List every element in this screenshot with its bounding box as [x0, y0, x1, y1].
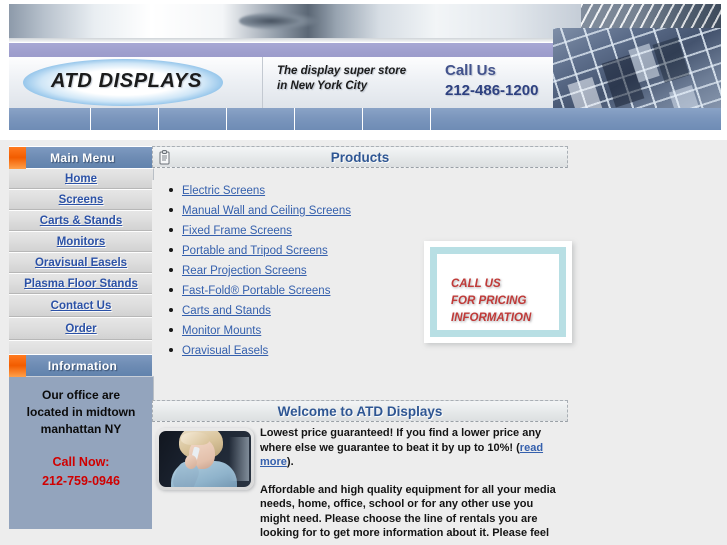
sidebar-link-carts-stands[interactable]: Carts & Stands [40, 215, 122, 227]
sidebar-phone-number[interactable]: 212-759-0946 [15, 472, 147, 491]
sidebar-item-carts-stands[interactable]: Carts & Stands [9, 210, 154, 231]
sidebar-item-contact-us[interactable]: Contact Us [9, 294, 154, 317]
welcome-title: Welcome to ATD Displays [277, 403, 443, 419]
clipboard-icon [159, 150, 170, 165]
orange-accent-block [9, 146, 26, 169]
list-item[interactable]: Oravisual Easels [169, 340, 568, 360]
pricing-line-1: CALL US [451, 278, 501, 290]
info-line-2: located in midtown [26, 405, 136, 419]
product-link-manual-wall-ceiling-screens[interactable]: Manual Wall and Ceiling Screens [182, 205, 351, 217]
sidebar-link-plasma-floor-stands[interactable]: Plasma Floor Stands [24, 278, 138, 290]
product-link-rear-projection-screens[interactable]: Rear Projection Screens [182, 265, 307, 277]
banner-tagline: The display super store in New York City [277, 64, 406, 94]
welcome-p1-a: Lowest price guaranteed! If you find a l… [260, 427, 542, 454]
pricing-callout-inner: CALL US FOR PRICING INFORMATION [430, 247, 566, 337]
orange-accent-block-2 [9, 354, 26, 377]
photo-hand [185, 455, 197, 469]
products-title: Products [330, 149, 390, 165]
woman-on-phone-image [159, 431, 251, 487]
nav-underline-spacer [9, 130, 721, 140]
information-body: Our office are located in midtown manhat… [9, 376, 154, 529]
site-logo[interactable]: ATD DISPLAYS [51, 70, 202, 93]
banner-divider [262, 57, 263, 108]
left-margin [0, 0, 9, 140]
list-item[interactable]: Manual Wall and Ceiling Screens [169, 200, 568, 220]
welcome-body: Lowest price guaranteed! If you find a l… [152, 422, 568, 545]
tagline-line-2: in New York City [277, 80, 368, 92]
welcome-p1-b: ). [286, 456, 294, 468]
sidebar-item-monitors[interactable]: Monitors [9, 231, 154, 252]
list-item[interactable]: Fixed Frame Screens [169, 220, 568, 240]
welcome-panel-header: Welcome to ATD Displays [152, 400, 568, 422]
nav-cell-5[interactable] [295, 108, 363, 130]
photo-glow [229, 437, 249, 481]
welcome-paragraph-1: Lowest price guaranteed! If you find a l… [260, 426, 562, 470]
sidebar-link-monitors[interactable]: Monitors [57, 236, 106, 248]
main-menu-header: Main Menu [9, 146, 154, 169]
welcome-paragraph-2: Affordable and high quality equipment fo… [260, 483, 556, 545]
welcome-panel: Welcome to ATD Displays Lowest price gua… [152, 400, 568, 545]
nav-cell-6[interactable] [363, 108, 431, 130]
sidebar-link-home[interactable]: Home [65, 173, 97, 185]
top-navigation-bar[interactable] [9, 108, 721, 130]
pricing-callout-box: CALL US FOR PRICING INFORMATION [424, 241, 572, 343]
sidebar-item-plasma-floor-stands[interactable]: Plasma Floor Stands [9, 273, 154, 294]
information-header: Information [9, 354, 154, 377]
products-panel-header: Products [152, 146, 568, 168]
header-phone-number[interactable]: 212-486-1200 [445, 82, 538, 99]
nav-cell-1[interactable] [9, 108, 91, 130]
sidebar-item-screens[interactable]: Screens [9, 189, 154, 210]
info-line-1: Our office are [41, 388, 121, 402]
sidebar-item-order[interactable]: Order [9, 317, 154, 340]
sidebar-item-oravisual-easels[interactable]: Oravisual Easels [9, 252, 154, 273]
photo-fringe [181, 432, 209, 445]
sidebar-item-home[interactable]: Home [9, 168, 154, 189]
sidebar-link-screens[interactable]: Screens [59, 194, 104, 206]
product-link-fast-fold-portable-screens[interactable]: Fast-Fold® Portable Screens [182, 285, 330, 297]
right-margin [721, 0, 727, 140]
main-menu-title: Main Menu [50, 150, 115, 165]
page-bottom-spacer [0, 541, 727, 545]
sidebar: Main Menu Home Screens Carts & Stands Mo… [9, 146, 154, 529]
sidebar-spacer [9, 340, 154, 354]
information-title: Information [47, 358, 118, 373]
product-link-portable-tripod-screens[interactable]: Portable and Tripod Screens [182, 245, 328, 257]
product-link-fixed-frame-screens[interactable]: Fixed Frame Screens [182, 225, 292, 237]
product-link-oravisual-easels[interactable]: Oravisual Easels [182, 345, 268, 357]
tagline-line-1: The display super store [277, 65, 407, 77]
pricing-line-3: INFORMATION [451, 312, 532, 324]
pricing-line-2: FOR PRICING [451, 295, 527, 307]
welcome-photo [156, 428, 254, 490]
info-line-3: manhattan NY [40, 422, 122, 436]
sidebar-link-oravisual-easels[interactable]: Oravisual Easels [35, 257, 127, 269]
page-root: ATD DISPLAYS The display super store in … [0, 0, 727, 545]
pricing-callout-text: CALL US FOR PRICING INFORMATION [451, 276, 531, 327]
product-link-carts-and-stands[interactable]: Carts and Stands [182, 305, 271, 317]
nav-cell-2[interactable] [91, 108, 159, 130]
products-body: Electric Screens Manual Wall and Ceiling… [152, 180, 572, 376]
call-us-label: Call Us [445, 62, 496, 79]
call-now-label: Call Now: [52, 455, 110, 469]
decor-blur-shape [239, 12, 319, 30]
products-panel: Products Electric Screens Manual Wall an… [152, 146, 572, 376]
nav-cell-3[interactable] [159, 108, 227, 130]
product-link-electric-screens[interactable]: Electric Screens [182, 185, 265, 197]
sidebar-link-contact-us[interactable]: Contact Us [51, 300, 112, 312]
nav-cell-4[interactable] [227, 108, 295, 130]
list-item[interactable]: Electric Screens [169, 180, 568, 200]
welcome-text: Lowest price guaranteed! If you find a l… [260, 426, 568, 545]
product-link-monitor-mounts[interactable]: Monitor Mounts [182, 325, 261, 337]
sidebar-link-order[interactable]: Order [65, 323, 96, 335]
